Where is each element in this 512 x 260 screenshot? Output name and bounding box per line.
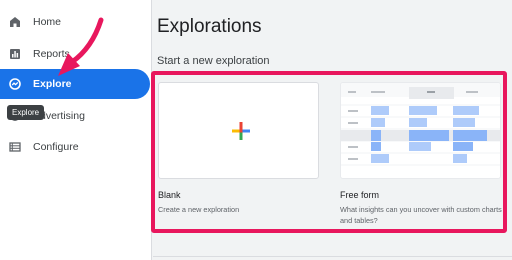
main-content: Explorations Start a new exploration Bla…: [151, 0, 512, 260]
highlight-frame: [151, 71, 507, 233]
page-title: Explorations: [157, 16, 262, 37]
sidebar-item-label: Configure: [33, 141, 79, 153]
sidebar-item-configure[interactable]: Configure: [0, 132, 79, 162]
section-subtitle: Start a new exploration: [157, 55, 270, 67]
divider: [153, 256, 512, 257]
sidebar-item-explore[interactable]: Explore: [0, 69, 150, 99]
sidebar-item-label: Explore: [33, 78, 72, 90]
explore-tooltip: Explore: [7, 105, 45, 120]
list-icon: [9, 141, 21, 153]
sidebar-item-reports[interactable]: Reports: [0, 39, 70, 69]
sidebar-item-label: Home: [33, 16, 62, 28]
sidebar: Home Reports Explore Advertising Configu…: [0, 0, 152, 260]
bar-chart-icon: [9, 48, 21, 60]
home-icon: [9, 16, 21, 28]
explore-icon: [9, 78, 21, 90]
sidebar-item-label: Reports: [33, 48, 70, 60]
sidebar-item-home[interactable]: Home: [0, 7, 61, 37]
